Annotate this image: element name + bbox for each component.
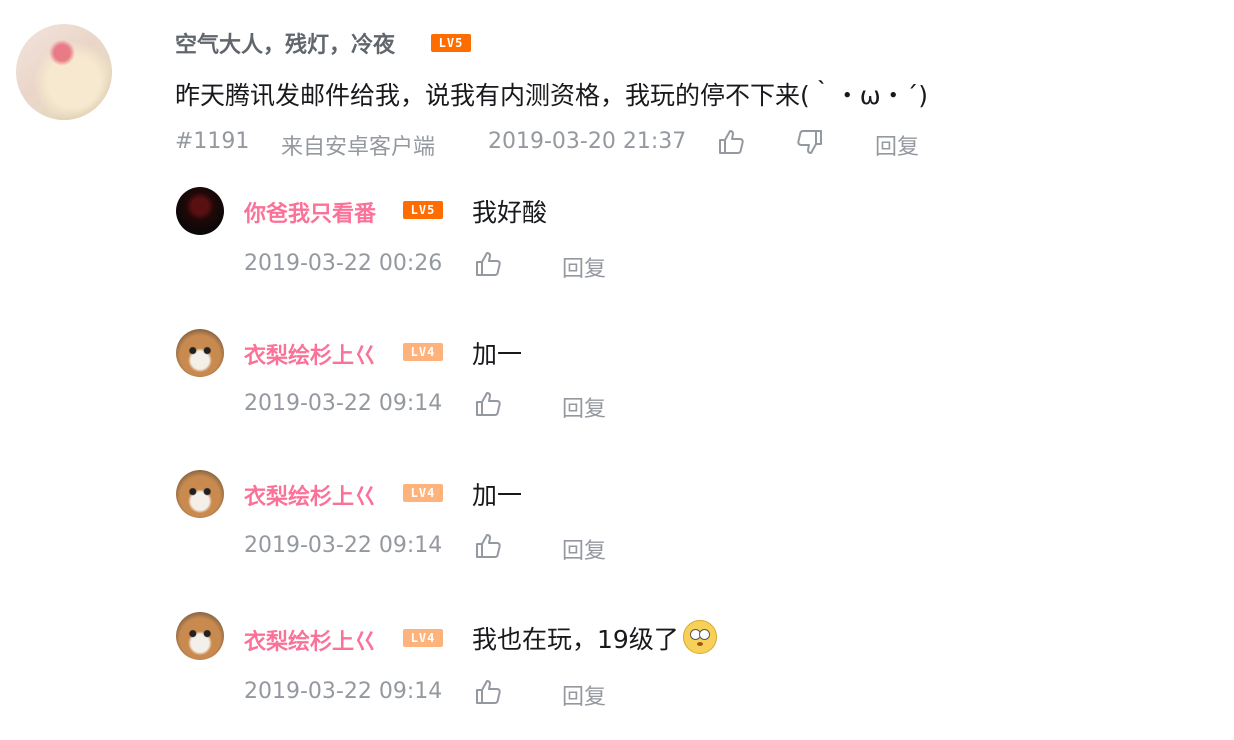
like-icon[interactable]: [473, 249, 503, 279]
comment-time: 2019-03-20 21:37: [488, 129, 687, 154]
level-badge: LV4: [403, 343, 443, 361]
reply-content: 加一: [472, 340, 523, 369]
floor-number: #1191: [175, 129, 250, 154]
reply-button[interactable]: 回复: [562, 679, 606, 711]
reply-content: 我好酸: [472, 198, 548, 227]
reply-avatar[interactable]: [176, 187, 224, 235]
level-badge: LV4: [403, 484, 443, 502]
main-comment-username[interactable]: 空气大人，残灯，冷夜: [175, 27, 395, 59]
like-icon[interactable]: [716, 127, 746, 157]
reply-time: 2019-03-22 00:26: [244, 251, 443, 276]
flushed-emoji-icon: [682, 620, 717, 654]
reply-avatar[interactable]: [176, 329, 224, 377]
level-badge: LV5: [403, 201, 443, 219]
dislike-icon[interactable]: [795, 127, 825, 157]
reply-username[interactable]: 衣梨绘杉上巜: [244, 338, 376, 370]
reply-button[interactable]: 回复: [562, 391, 606, 423]
reply-button[interactable]: 回复: [875, 129, 919, 161]
reply-content: 我也在玩，19级了: [472, 625, 679, 654]
reply-time: 2019-03-22 09:14: [244, 679, 443, 704]
like-icon[interactable]: [473, 531, 503, 561]
reply-avatar[interactable]: [176, 470, 224, 518]
reply-time: 2019-03-22 09:14: [244, 533, 443, 558]
level-badge: LV5: [431, 34, 471, 52]
reply-content-row: 我也在玩，19级了: [472, 620, 717, 656]
reply-username[interactable]: 衣梨绘杉上巜: [244, 479, 376, 511]
like-icon[interactable]: [473, 389, 503, 419]
level-badge: LV4: [403, 629, 443, 647]
reply-avatar[interactable]: [176, 612, 224, 660]
like-icon[interactable]: [473, 677, 503, 707]
reply-username[interactable]: 你爸我只看番: [244, 196, 376, 228]
main-comment-content: 昨天腾讯发邮件给我，说我有内测资格，我玩的停不下来(｀・ω・´): [175, 81, 928, 110]
main-comment-avatar[interactable]: [16, 24, 112, 120]
reply-content: 加一: [472, 481, 523, 510]
comment-source: 来自安卓客户端: [281, 135, 436, 160]
reply-button[interactable]: 回复: [562, 533, 606, 565]
reply-button[interactable]: 回复: [562, 251, 606, 283]
reply-username[interactable]: 衣梨绘杉上巜: [244, 624, 376, 656]
reply-time: 2019-03-22 09:14: [244, 391, 443, 416]
